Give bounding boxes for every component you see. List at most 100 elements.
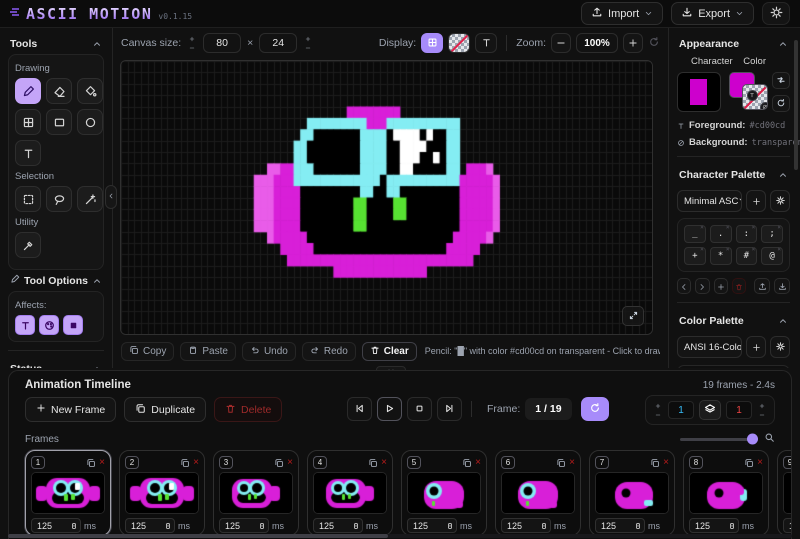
palette-character-button[interactable]: +: [684, 247, 706, 265]
frame-card[interactable]: 4×125ms: [307, 450, 393, 536]
duplicate-frame-icon[interactable]: [86, 458, 96, 468]
palette-character-button[interactable]: .: [710, 225, 732, 243]
frame-duration-input[interactable]: 125: [501, 518, 551, 533]
duplicate-frame-icon[interactable]: [556, 458, 566, 468]
height-stepper[interactable]: [303, 36, 313, 51]
palette-character-button[interactable]: _: [684, 225, 706, 243]
delete-frame-icon[interactable]: ×: [193, 458, 199, 468]
palette-character-button[interactable]: ;: [761, 225, 783, 243]
export-palette-button[interactable]: [754, 278, 770, 294]
eraser-tool[interactable]: [46, 78, 72, 104]
toggle-text-button[interactable]: [475, 33, 497, 53]
color-palette-select[interactable]: ANSI 16-Colo: [677, 336, 742, 358]
affects-background-button[interactable]: [63, 315, 83, 335]
palette-character-button[interactable]: #: [736, 247, 758, 265]
duplicate-frame-icon[interactable]: [744, 458, 754, 468]
redo-button[interactable]: Redo: [302, 342, 356, 361]
appearance-header[interactable]: Appearance: [677, 34, 790, 54]
palette-character-button[interactable]: :: [736, 225, 758, 243]
skip-to-end-button[interactable]: [437, 397, 462, 421]
eyedropper-tool[interactable]: [15, 232, 41, 258]
char-move-right-button[interactable]: [695, 278, 709, 294]
affects-color-button[interactable]: [39, 315, 59, 335]
duplicate-frame-button[interactable]: Duplicate: [124, 397, 206, 422]
delete-frame-icon[interactable]: ×: [663, 458, 669, 468]
magic-wand-tool[interactable]: [77, 186, 103, 212]
export-button[interactable]: Export: [671, 2, 754, 25]
frame-duration-input[interactable]: 125: [595, 518, 645, 533]
loop-toggle-button[interactable]: [581, 397, 609, 421]
toggle-grid-button[interactable]: [421, 33, 443, 53]
frame-duration-input[interactable]: 125: [783, 518, 791, 533]
ellipse-tool[interactable]: [77, 109, 103, 135]
delete-character-button[interactable]: [732, 278, 746, 294]
character-palette-header[interactable]: Character Palette: [677, 165, 790, 185]
duplicate-frame-icon[interactable]: [180, 458, 190, 468]
frame-size-slider[interactable]: [680, 438, 758, 441]
stop-button[interactable]: [407, 397, 432, 421]
copy-button[interactable]: Copy: [121, 342, 174, 361]
affects-text-button[interactable]: [15, 315, 35, 335]
duplicate-frame-icon[interactable]: [368, 458, 378, 468]
timeline-horizontal-scrollbar[interactable]: [8, 534, 792, 538]
duplicate-frame-icon[interactable]: [650, 458, 660, 468]
delete-frame-icon[interactable]: ×: [381, 458, 387, 468]
import-palette-button[interactable]: [774, 278, 790, 294]
frame-card[interactable]: 7×125ms: [589, 450, 675, 536]
reset-colors-button[interactable]: [772, 95, 790, 112]
clear-button[interactable]: Clear: [362, 342, 417, 361]
frame-card[interactable]: 5×125ms: [401, 450, 487, 536]
frame-duration-input[interactable]: 125: [125, 518, 175, 533]
paste-button[interactable]: Paste: [180, 342, 236, 361]
collapse-left-panel-handle[interactable]: [105, 185, 117, 209]
tool-options-header[interactable]: Tool Options: [8, 270, 104, 291]
drawing-canvas[interactable]: [121, 61, 652, 334]
import-button[interactable]: Import: [581, 2, 663, 25]
rect-select-tool[interactable]: [15, 186, 41, 212]
scrollbar-thumb[interactable]: [8, 534, 388, 538]
onion-skin-toggle-button[interactable]: [699, 400, 721, 420]
canvas-height-input[interactable]: [259, 33, 297, 53]
frame-duration-input[interactable]: 125: [689, 518, 739, 533]
char-move-left-button[interactable]: [677, 278, 691, 294]
delete-frame-icon[interactable]: ×: [99, 458, 105, 468]
delete-frame-icon[interactable]: ×: [757, 458, 763, 468]
add-character-button[interactable]: [714, 278, 728, 294]
tools-header[interactable]: Tools: [8, 34, 104, 54]
canvas-width-input[interactable]: [203, 33, 241, 53]
duplicate-frame-icon[interactable]: [274, 458, 284, 468]
color-palette-header[interactable]: Color Palette: [677, 311, 790, 331]
slider-thumb[interactable]: [747, 434, 758, 445]
frame-duration-input[interactable]: 125: [219, 518, 269, 533]
expand-canvas-button[interactable]: [622, 306, 644, 326]
frame-card[interactable]: 2×125ms: [119, 450, 205, 536]
character-preview[interactable]: [677, 72, 721, 112]
zoom-out-button[interactable]: [551, 33, 571, 53]
fill-tool[interactable]: [77, 78, 103, 104]
width-stepper[interactable]: [187, 36, 197, 51]
frame-card[interactable]: 8×125ms: [683, 450, 769, 536]
new-frame-button[interactable]: New Frame: [25, 397, 116, 422]
swap-colors-button[interactable]: [772, 72, 790, 89]
skip-to-start-button[interactable]: [347, 397, 372, 421]
onion-next-input[interactable]: [726, 401, 752, 419]
color-palette-settings-button[interactable]: [770, 336, 790, 358]
add-character-palette-button[interactable]: [746, 190, 766, 212]
frame-duration-input[interactable]: 125: [313, 518, 363, 533]
play-button[interactable]: [377, 397, 402, 421]
frame-card[interactable]: 3×125ms: [213, 450, 299, 536]
zoom-in-button[interactable]: [623, 33, 643, 53]
character-palette-select[interactable]: Minimal ASC: [677, 190, 742, 212]
delete-frame-button[interactable]: Delete: [214, 397, 282, 422]
frame-card[interactable]: 6×125ms: [495, 450, 581, 536]
palette-character-button[interactable]: @: [761, 247, 783, 265]
frame-card[interactable]: 1×125ms: [25, 450, 111, 536]
onion-prev-input[interactable]: [668, 401, 694, 419]
frame-card[interactable]: 9×125ms: [777, 450, 791, 536]
lasso-tool[interactable]: [46, 186, 72, 212]
palette-character-button[interactable]: *: [710, 247, 732, 265]
zoom-reset-button[interactable]: [648, 36, 660, 51]
delete-frame-icon[interactable]: ×: [287, 458, 293, 468]
text-tool[interactable]: [15, 140, 41, 166]
onion-next-stepper[interactable]: [757, 403, 767, 418]
